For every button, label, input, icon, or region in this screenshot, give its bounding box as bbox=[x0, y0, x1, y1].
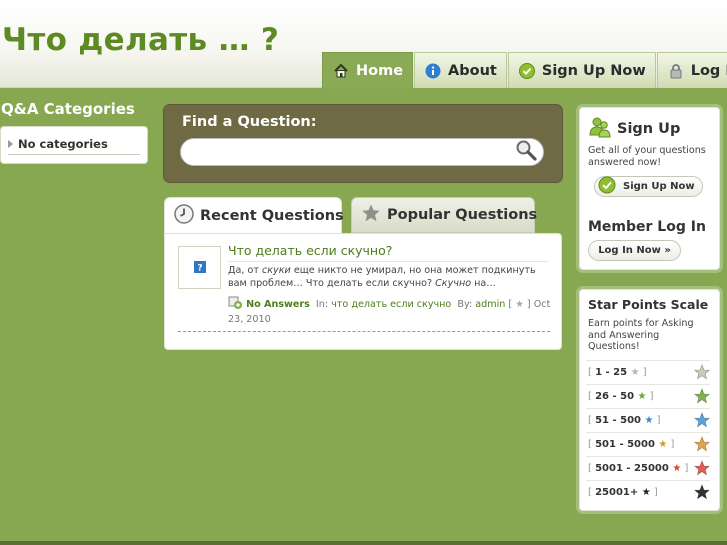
info-icon bbox=[424, 62, 442, 80]
signup-text: Get all of your questions answered now! bbox=[588, 145, 706, 168]
star-level-glyph: ★ bbox=[637, 391, 647, 402]
footer-bar bbox=[0, 541, 727, 545]
categories-empty-label: No categories bbox=[18, 136, 108, 151]
star-icon bbox=[361, 203, 381, 227]
answers-count[interactable]: No Answers bbox=[246, 299, 310, 310]
nav-log-in-label: Log In bbox=[690, 62, 727, 79]
star-badge-icon bbox=[694, 436, 710, 452]
question-thumbnail[interactable]: ? bbox=[178, 246, 221, 289]
svg-text:?: ? bbox=[197, 264, 202, 274]
triangle-right-icon bbox=[8, 139, 13, 148]
star-level-item: [ 26 - 50 ★ ] bbox=[586, 384, 710, 408]
star-level-glyph: ★ bbox=[672, 463, 682, 474]
search-label: Find a Question: bbox=[182, 114, 317, 130]
star-level-range: 501 - 5000 bbox=[595, 439, 655, 450]
star-badge-icon bbox=[694, 460, 710, 476]
search-button[interactable] bbox=[513, 140, 539, 164]
nav-sign-up-label: Sign Up Now bbox=[541, 62, 646, 79]
star-level-range: 26 - 50 bbox=[595, 391, 635, 402]
categories-box: No categories bbox=[0, 126, 148, 164]
star-points-box: Star Points Scale Earn points for Asking… bbox=[579, 289, 720, 511]
star-level-item: [ 501 - 5000 ★ ] bbox=[586, 432, 710, 456]
login-title: Member Log In bbox=[588, 219, 706, 235]
nav-sign-up[interactable]: Sign Up Now bbox=[507, 52, 656, 88]
sign-up-now-button[interactable]: Sign Up Now bbox=[594, 176, 703, 197]
site-title[interactable]: Что делать … ? bbox=[2, 22, 279, 58]
questions-panel: ? Что делать если скучно? Да, от скуки е… bbox=[164, 233, 562, 350]
check-icon bbox=[598, 176, 616, 197]
star-level-range: 25001+ bbox=[595, 487, 639, 498]
star-points-title: Star Points Scale bbox=[588, 297, 709, 312]
question-divider bbox=[228, 261, 548, 262]
lock-icon bbox=[667, 62, 685, 80]
star-points-list: [ 1 - 25 ★ ][ 26 - 50 ★ ][ 51 - 500 ★ ][… bbox=[586, 360, 710, 504]
star-level-glyph: ★ bbox=[658, 439, 668, 450]
clock-icon bbox=[174, 204, 194, 228]
site-header: Что делать … ? Home About Sign Up Now Lo… bbox=[0, 0, 727, 89]
home-icon bbox=[332, 62, 350, 80]
question-meta: No Answers In: что делать если скучно By… bbox=[228, 296, 553, 327]
sign-up-now-label: Sign Up Now bbox=[623, 181, 695, 192]
search-input[interactable] bbox=[180, 138, 544, 166]
check-icon bbox=[518, 62, 536, 80]
tab-popular-label: Popular Questions bbox=[387, 207, 538, 223]
nav-about-label: About bbox=[448, 62, 497, 79]
categories-sidebar: Q&A Categories No categories bbox=[0, 100, 150, 164]
star-badge-icon bbox=[694, 412, 710, 428]
star-level-range: 5001 - 25000 bbox=[595, 463, 669, 474]
magnifier-icon bbox=[515, 139, 537, 165]
star-badge-icon bbox=[694, 484, 710, 500]
star-badge-icon bbox=[694, 364, 710, 380]
main-nav: Home About Sign Up Now Log In bbox=[322, 52, 727, 89]
star-level-glyph: ★ bbox=[641, 487, 651, 498]
star-level-range: 51 - 500 bbox=[595, 415, 641, 426]
star-badge-icon bbox=[694, 388, 710, 404]
in-label: In: bbox=[315, 299, 329, 310]
by-label: By: bbox=[457, 299, 473, 310]
author-link[interactable]: admin bbox=[475, 299, 505, 310]
search-panel: Find a Question: bbox=[163, 104, 563, 183]
question-excerpt: Да, от скуки еще никто не умирал, но она… bbox=[228, 265, 536, 289]
star-level-glyph: ★ bbox=[630, 367, 640, 378]
question-title-link[interactable]: Что делать если скучно? bbox=[228, 243, 392, 258]
nav-home-label: Home bbox=[356, 63, 404, 79]
signup-heading: Sign Up bbox=[589, 116, 680, 142]
category-link[interactable]: что делать если скучно bbox=[331, 299, 451, 310]
log-in-now-button[interactable]: Log In Now » bbox=[588, 240, 681, 261]
tab-recent-label: Recent Questions bbox=[200, 208, 344, 224]
signup-box: Sign Up Get all of your questions answer… bbox=[579, 107, 720, 270]
star-points-text: Earn points for Asking and Answering Que… bbox=[588, 318, 694, 352]
nav-about[interactable]: About bbox=[414, 52, 507, 88]
star-level-glyph: ★ bbox=[644, 415, 654, 426]
categories-empty-item: No categories bbox=[8, 133, 140, 155]
tab-recent-questions[interactable]: Recent Questions bbox=[164, 197, 344, 234]
question-mark-icon: ? bbox=[193, 258, 206, 277]
star-level-item: [ 5001 - 25000 ★ ] bbox=[586, 456, 710, 480]
question-separator bbox=[178, 331, 550, 332]
categories-title: Q&A Categories bbox=[1, 100, 135, 118]
star-level-range: 1 - 25 bbox=[595, 367, 628, 378]
users-icon bbox=[589, 116, 611, 142]
star-level-item: [ 1 - 25 ★ ] bbox=[586, 360, 710, 384]
author-rating: [ ★ ] bbox=[508, 299, 531, 310]
signup-title: Sign Up bbox=[617, 121, 681, 137]
star-level-item: [ 51 - 500 ★ ] bbox=[586, 408, 710, 432]
nav-log-in[interactable]: Log In bbox=[656, 52, 727, 88]
nav-home[interactable]: Home bbox=[322, 52, 414, 89]
answers-icon bbox=[228, 296, 243, 310]
tab-popular-questions[interactable]: Popular Questions bbox=[351, 197, 538, 233]
star-level-item: [ 25001+ ★ ] bbox=[586, 480, 710, 504]
